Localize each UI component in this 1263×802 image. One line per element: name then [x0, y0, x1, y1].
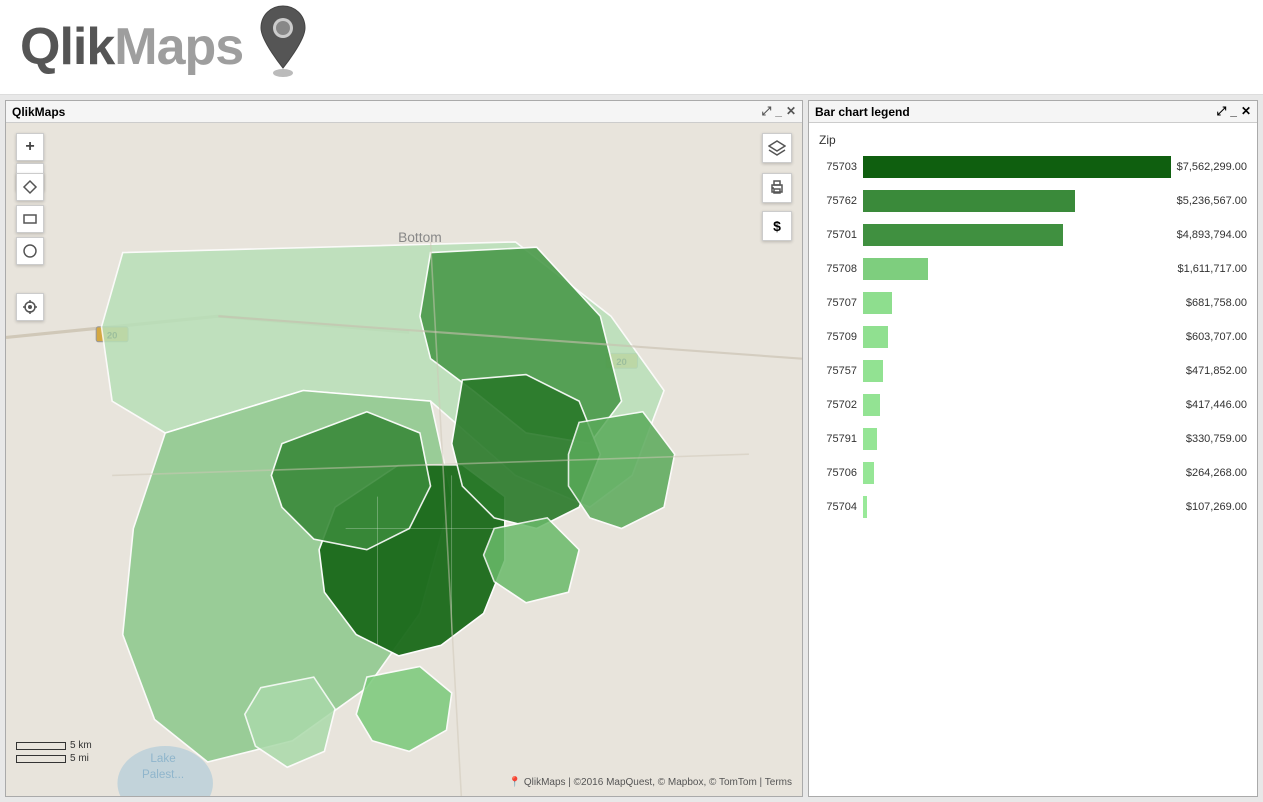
bar-zip-label: 75706: [819, 467, 857, 479]
print-button[interactable]: [762, 173, 792, 203]
chart-resize-icon[interactable]: ⤢: [1217, 104, 1227, 119]
bar-row: 75791 $330,759.00: [819, 427, 1247, 451]
bar-row: 75762 $5,236,567.00: [819, 189, 1247, 213]
bar-value-label: $1,611,717.00: [1177, 263, 1247, 275]
bar-zip-label: 75707: [819, 297, 857, 309]
map-container: 20 20 Bottom Tyler Lake Palest...: [6, 123, 802, 796]
bar-row: 75757 $471,852.00: [819, 359, 1247, 383]
bar-zip-label: 75791: [819, 433, 857, 445]
bar-fill: [863, 462, 874, 484]
bar-row: 75707 $681,758.00: [819, 291, 1247, 315]
bar-track: [863, 428, 1180, 450]
bar-track: [863, 326, 1180, 348]
bar-fill: [863, 360, 883, 382]
bar-row: 75709 $603,707.00: [819, 325, 1247, 349]
logo-qlik: Qlik: [20, 18, 114, 76]
bar-fill: [863, 224, 1063, 246]
scale-bar-mi: 5 mi: [16, 753, 92, 764]
bar-track: [863, 394, 1180, 416]
bar-value-label: $5,236,567.00: [1177, 195, 1247, 207]
bar-fill: [863, 496, 867, 518]
map-minimize-icon[interactable]: _: [775, 104, 782, 119]
map-svg: 20 20 Bottom Tyler Lake Palest...: [6, 123, 802, 796]
chart-panel: Bar chart legend ⤢ _ ✕ Zip 75703 $7,562,2…: [808, 100, 1258, 797]
rectangle-draw-button[interactable]: [16, 205, 44, 233]
map-titlebar: QlikMaps ⤢ _ ✕: [6, 101, 802, 123]
bar-track: [863, 360, 1180, 382]
chart-minimize-icon[interactable]: _: [1230, 104, 1237, 119]
bar-value-label: $107,269.00: [1186, 501, 1247, 513]
header: QlikMaps: [0, 0, 1263, 95]
chart-titlebar: Bar chart legend ⤢ _ ✕: [809, 101, 1257, 123]
scale-km-label: 5 km: [70, 740, 92, 751]
bar-fill: [863, 190, 1075, 212]
bar-track: [863, 224, 1171, 246]
bar-zip-label: 75701: [819, 229, 857, 241]
bar-track: [863, 462, 1180, 484]
bar-track: [863, 496, 1180, 518]
bar-track: [863, 292, 1180, 314]
bar-value-label: $681,758.00: [1186, 297, 1247, 309]
bar-zip-label: 75702: [819, 399, 857, 411]
bar-value-label: $4,893,794.00: [1177, 229, 1247, 241]
dollar-button[interactable]: $: [762, 211, 792, 241]
locate-button[interactable]: [16, 293, 44, 321]
scale-bar-km: 5 km: [16, 740, 92, 751]
bar-row: 75706 $264,268.00: [819, 461, 1247, 485]
bar-value-label: $417,446.00: [1186, 399, 1247, 411]
attribution: 📍 QlikMaps | ©2016 MapQuest, © Mapbox, ©…: [509, 777, 792, 788]
bar-track: [863, 156, 1171, 178]
bar-fill: [863, 428, 877, 450]
scale-bar: 5 km 5 mi: [16, 740, 92, 766]
chart-col-header: Zip: [819, 133, 1247, 147]
bar-fill: [863, 326, 888, 348]
map-panel: QlikMaps ⤢ _ ✕ 20 20 Bottom: [5, 100, 803, 797]
logo-maps: Maps: [114, 18, 243, 76]
bar-zip-label: 75709: [819, 331, 857, 343]
svg-text:Bottom: Bottom: [398, 230, 442, 245]
zoom-in-button[interactable]: +: [16, 133, 44, 161]
chart-content: Zip 75703 $7,562,299.00 75762 $5,236,567.00…: [809, 123, 1257, 796]
bar-fill: [863, 156, 1171, 178]
bar-zip-label: 75703: [819, 161, 857, 173]
bar-value-label: $471,852.00: [1186, 365, 1247, 377]
bar-zip-label: 75704: [819, 501, 857, 513]
bar-fill: [863, 394, 880, 416]
scale-mi-label: 5 mi: [70, 753, 89, 764]
bars-container: 75703 $7,562,299.00 75762 $5,236,567.00 7570…: [819, 155, 1247, 519]
bar-zip-label: 75762: [819, 195, 857, 207]
circle-draw-button[interactable]: [16, 237, 44, 265]
bar-zip-label: 75708: [819, 263, 857, 275]
bar-value-label: $330,759.00: [1186, 433, 1247, 445]
bar-value-label: $264,268.00: [1186, 467, 1247, 479]
chart-title-controls: ⤢ _ ✕: [1217, 104, 1251, 119]
bar-row: 75704 $107,269.00: [819, 495, 1247, 519]
chart-title: Bar chart legend: [815, 105, 910, 119]
polygon-draw-button[interactable]: [16, 173, 44, 201]
chart-close-icon[interactable]: ✕: [1241, 104, 1251, 119]
logo: QlikMaps: [20, 17, 243, 77]
bar-row: 75702 $417,446.00: [819, 393, 1247, 417]
bar-row: 75701 $4,893,794.00: [819, 223, 1247, 247]
bar-row: 75703 $7,562,299.00: [819, 155, 1247, 179]
bar-zip-label: 75757: [819, 365, 857, 377]
bar-fill: [863, 258, 928, 280]
bar-fill: [863, 292, 892, 314]
map-close-icon[interactable]: ✕: [786, 104, 796, 119]
layer-button[interactable]: [762, 133, 792, 163]
bar-value-label: $7,562,299.00: [1177, 161, 1247, 173]
main-content: QlikMaps ⤢ _ ✕ 20 20 Bottom: [0, 95, 1263, 802]
map-title: QlikMaps: [12, 105, 65, 119]
logo-pin-icon: [253, 3, 313, 91]
bar-value-label: $603,707.00: [1186, 331, 1247, 343]
map-title-controls: ⤢ _ ✕: [762, 104, 796, 119]
bar-track: [863, 258, 1171, 280]
bar-track: [863, 190, 1171, 212]
bar-row: 75708 $1,611,717.00: [819, 257, 1247, 281]
attribution-text: QlikMaps | ©2016 MapQuest, © Mapbox, © T…: [524, 777, 765, 788]
map-resize-icon[interactable]: ⤢: [762, 104, 772, 119]
draw-controls: [16, 173, 44, 265]
terms-link[interactable]: Terms: [765, 777, 792, 788]
